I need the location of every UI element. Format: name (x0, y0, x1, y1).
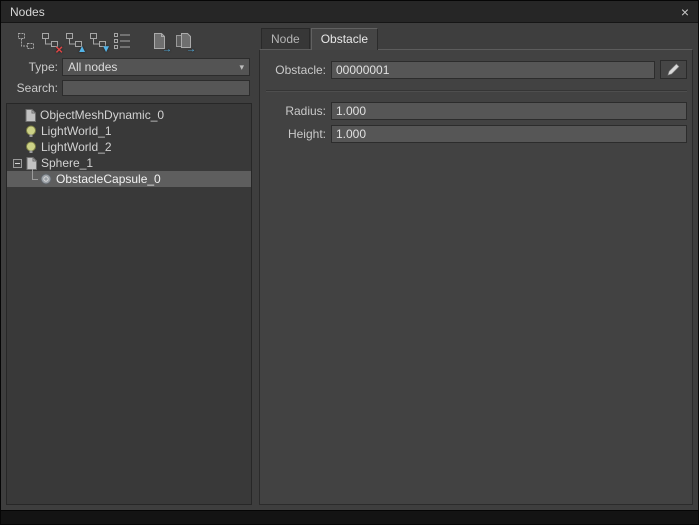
list-icon (113, 32, 132, 51)
height-row: Height: (266, 125, 687, 143)
window-bottom-strip (1, 510, 698, 524)
move-node-up-button[interactable]: ▲ (63, 30, 86, 53)
content-area: × ▲ (1, 23, 698, 510)
height-label: Height: (266, 127, 326, 141)
tree-item-label: LightWorld_1 (41, 124, 112, 138)
tree-item-lightworld-1[interactable]: LightWorld_1 (7, 123, 251, 139)
tab-obstacle[interactable]: Obstacle (311, 28, 378, 50)
height-field[interactable] (331, 125, 687, 143)
inspector-pane: Node Obstacle Obstacle: Radius: (259, 26, 693, 505)
search-row: Search: (6, 80, 250, 96)
type-dropdown[interactable]: All nodes ▾ (62, 58, 250, 76)
edit-obstacle-button[interactable] (660, 60, 687, 79)
nodes-window: Nodes × (0, 0, 699, 525)
mesh-node-icon (26, 157, 37, 170)
window-title: Nodes (10, 5, 45, 19)
chevron-down-icon: ▾ (239, 62, 244, 73)
search-input[interactable] (62, 80, 250, 96)
type-selected-value: All nodes (68, 60, 117, 74)
node-tree-add-icon (17, 32, 36, 51)
tree-item-objectmeshdynamic[interactable]: ObjectMeshDynamic_0 (7, 107, 251, 123)
move-node-down-button[interactable]: ▼ (87, 30, 110, 53)
mesh-node-icon (25, 109, 36, 122)
light-node-icon (25, 125, 37, 138)
radius-label: Radius: (266, 104, 326, 118)
obstacle-node-icon (40, 173, 52, 185)
obstacle-id-field[interactable] (331, 61, 655, 79)
remove-node-button[interactable]: × (39, 30, 62, 53)
titlebar[interactable]: Nodes × (1, 1, 698, 23)
add-node-button[interactable] (15, 30, 38, 53)
type-label: Type: (6, 60, 58, 74)
section-divider (266, 90, 687, 92)
tree-item-label: LightWorld_2 (41, 140, 112, 154)
node-list-button[interactable] (111, 30, 134, 53)
pencil-icon (667, 63, 680, 76)
close-icon[interactable]: × (681, 5, 689, 19)
collapse-toggle-icon[interactable] (13, 159, 22, 168)
nodes-list-pane: × ▲ (6, 26, 252, 505)
tab-node[interactable]: Node (261, 28, 310, 49)
radius-row: Radius: (266, 102, 687, 120)
arrow-up-icon: ▲ (77, 45, 87, 55)
tree-item-label: Sphere_1 (41, 156, 93, 170)
inspector-tabs: Node Obstacle (259, 28, 693, 49)
obstacle-row: Obstacle: (266, 60, 687, 79)
node-tree: ObjectMeshDynamic_0 LightWorld_1 (6, 103, 252, 505)
tree-connector (28, 171, 39, 187)
arrow-right-icon: → (186, 45, 196, 55)
tree-item-lightworld-2[interactable]: LightWorld_2 (7, 139, 251, 155)
tree-item-label: ObjectMeshDynamic_0 (40, 108, 164, 122)
type-row: Type: All nodes ▾ (6, 58, 250, 76)
light-node-icon (25, 141, 37, 154)
obstacle-label: Obstacle: (266, 63, 326, 77)
import-node-button[interactable]: → (148, 30, 171, 53)
arrow-right-icon: → (162, 45, 172, 55)
tree-item-sphere[interactable]: Sphere_1 (7, 155, 251, 171)
obstacle-panel: Obstacle: Radius: Height: (259, 49, 693, 505)
arrow-down-icon: ▼ (101, 45, 111, 55)
nodes-toolbar: × ▲ (6, 26, 252, 56)
tree-item-obstaclecapsule[interactable]: ObstacleCapsule_0 (7, 171, 251, 187)
delete-x-icon: × (55, 43, 63, 56)
search-label: Search: (6, 81, 58, 95)
export-node-button[interactable]: → (172, 30, 195, 53)
tree-item-label: ObstacleCapsule_0 (56, 172, 161, 186)
radius-field[interactable] (331, 102, 687, 120)
